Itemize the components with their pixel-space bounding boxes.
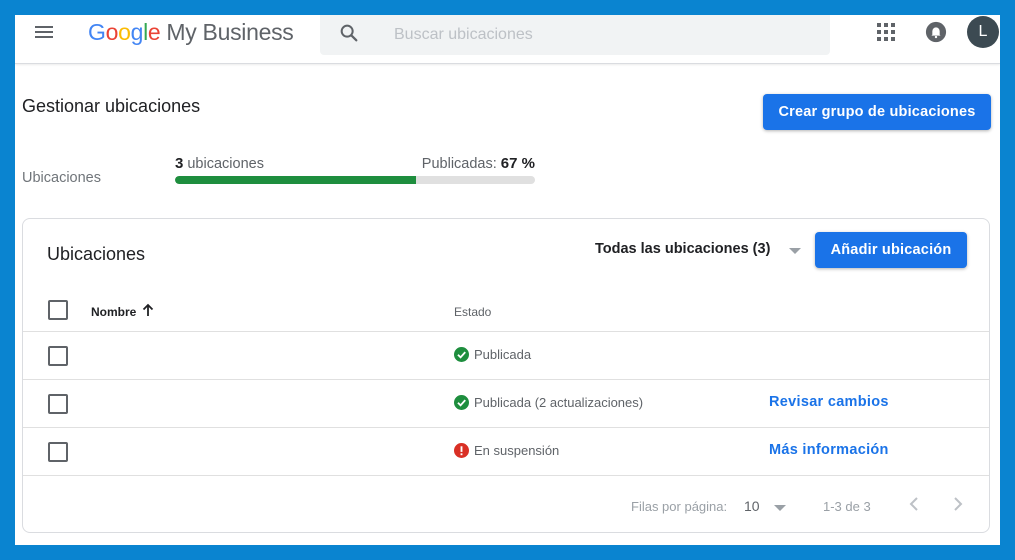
locations-card: Ubicaciones Todas las ubicaciones (3) Añ…	[22, 218, 990, 533]
page-title: Gestionar ubicaciones	[22, 96, 201, 116]
add-location-button[interactable]: Añadir ubicación	[815, 232, 967, 268]
row-checkbox[interactable]	[48, 346, 68, 366]
rows-per-page-label: Filas por página:	[631, 499, 728, 514]
check-circle-icon	[454, 347, 469, 362]
chevron-down-icon[interactable]	[774, 505, 786, 511]
table-footer: Filas por página: 10 1-3 de 3	[23, 475, 989, 533]
check-circle-icon	[454, 395, 469, 410]
create-location-group-button[interactable]: Crear grupo de ubicaciones	[763, 94, 991, 130]
apps-grid-icon[interactable]	[877, 23, 895, 41]
review-changes-link[interactable]: Revisar cambios	[769, 394, 889, 410]
chevron-right-icon[interactable]	[951, 496, 965, 512]
table-row: Publicada	[23, 331, 989, 380]
search-input[interactable]	[392, 23, 816, 47]
avatar[interactable]: L	[967, 16, 999, 48]
chevron-left-icon[interactable]	[907, 496, 921, 512]
location-filter-dropdown[interactable]: Todas las ubicaciones (3)	[595, 241, 770, 257]
table-row: Publicada (2 actualizaciones) Revisar ca…	[23, 379, 989, 428]
card-title: Ubicaciones	[47, 244, 146, 264]
published-progress-bar	[175, 176, 535, 184]
google-my-business-logo[interactable]: Google My Business	[88, 19, 294, 46]
rows-per-page-select[interactable]: 10	[744, 498, 760, 514]
row-checkbox[interactable]	[48, 442, 68, 462]
search-icon[interactable]	[338, 22, 360, 44]
row-status: Publicada	[454, 347, 531, 362]
locations-summary-label: Ubicaciones	[22, 170, 101, 186]
table-row: En suspensión Más información	[23, 427, 989, 476]
locations-count: 3 ubicaciones	[175, 155, 264, 172]
more-info-link[interactable]: Más información	[769, 442, 889, 458]
menu-icon[interactable]	[35, 23, 55, 43]
error-circle-icon	[454, 443, 469, 458]
row-status: Publicada (2 actualizaciones)	[454, 395, 643, 410]
pagination-range: 1-3 de 3	[823, 499, 871, 514]
select-all-checkbox[interactable]	[48, 300, 68, 320]
notifications-bell-icon[interactable]	[925, 21, 947, 43]
app-frame: GoogleMy Business L Gestionar ubicacione…	[15, 15, 1000, 545]
chevron-down-icon[interactable]	[789, 248, 801, 254]
published-percentage: Publicadas: 67 %	[421, 155, 535, 172]
sort-arrow-up-icon[interactable]	[141, 303, 155, 317]
search-bar	[320, 15, 830, 55]
top-bar: GoogleMy Business L	[15, 15, 1000, 64]
row-status: En suspensión	[454, 443, 559, 458]
published-progress-fill	[175, 176, 417, 184]
column-header-status: Estado	[454, 305, 492, 319]
column-header-name[interactable]: Nombre	[91, 305, 136, 319]
row-checkbox[interactable]	[48, 394, 68, 414]
